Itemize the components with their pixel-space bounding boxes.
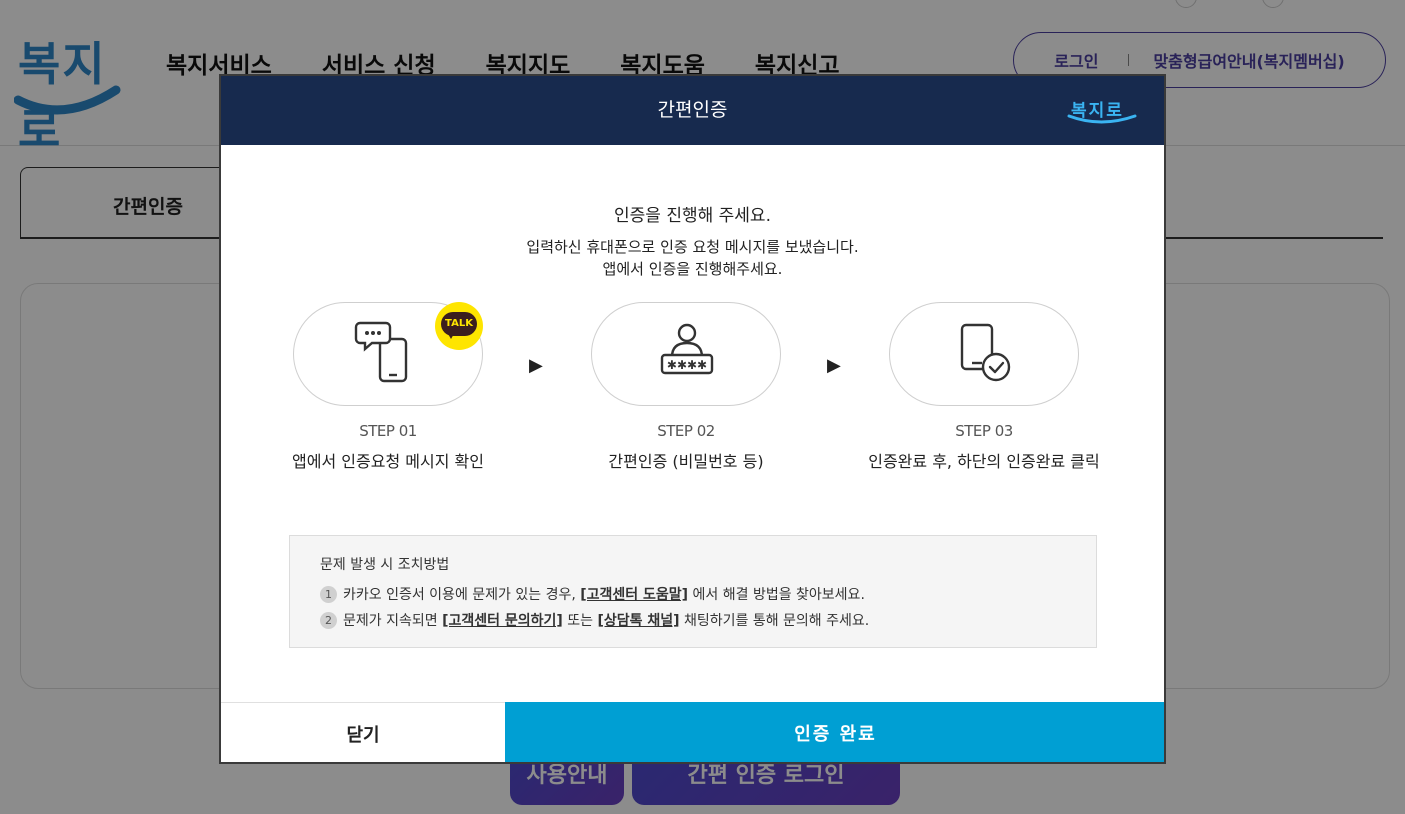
modal-logo: 복지로	[1067, 96, 1141, 130]
item-text: 카카오 인증서 이용에 문제가 있는 경우,	[343, 587, 581, 603]
step-circle: ✱✱✱✱	[591, 302, 781, 406]
logo-swoosh-icon	[1067, 114, 1137, 124]
kakao-talk-icon: TALK	[435, 302, 483, 350]
step-number: STEP 02	[657, 422, 715, 440]
simple-auth-modal: 간편인증 복지로 인증을 진행해 주세요. 입력하신 휴대폰으로 인증 요청 메…	[219, 74, 1166, 764]
close-button[interactable]: 닫기	[221, 702, 505, 762]
troubleshooting-item: 1 카카오 인증서 이용에 문제가 있는 경우, [고객센터 도움말] 에서 해결…	[320, 584, 865, 604]
troubleshooting-title: 문제 발생 시 조치방법	[320, 557, 450, 573]
step-description: 앱에서 인증요청 메시지 확인	[292, 452, 484, 471]
phone-check-icon	[960, 323, 1011, 382]
item-text: 문제가 지속되면	[343, 613, 443, 629]
talk-bubble-tail	[447, 332, 455, 339]
item-number: 1	[320, 586, 337, 603]
modal-footer: 닫기 인증 완료	[221, 702, 1164, 762]
intro-text: 입력하신 휴대폰으로 인증 요청 메시지를 보냈습니다. 앱에서 인증을 진행해…	[221, 236, 1164, 280]
step-number: STEP 01	[359, 422, 417, 440]
modal-header: 간편인증 복지로	[221, 76, 1164, 145]
step-description: 인증완료 후, 하단의 인증완료 클릭	[868, 452, 1100, 471]
arrow-icon: ▶	[827, 355, 841, 376]
modal-title: 간편인증	[657, 99, 728, 121]
auth-complete-button[interactable]: 인증 완료	[505, 702, 1164, 762]
step-number: STEP 03	[955, 422, 1013, 440]
item-text: 채팅하기를 통해 문의해 주세요.	[679, 613, 870, 629]
help-center-link[interactable]: [고객센터 도움말]	[580, 587, 688, 603]
chat-channel-link[interactable]: [상담톡 채널]	[597, 613, 679, 629]
item-text: 또는	[562, 613, 598, 629]
troubleshooting-box: 문제 발생 시 조치방법 1 카카오 인증서 이용에 문제가 있는 경우, [고객…	[289, 535, 1097, 648]
customer-inquiry-link[interactable]: [고객센터 문의하기]	[442, 613, 563, 629]
user-password-icon: ✱✱✱✱	[660, 323, 714, 375]
step-description: 간편인증 (비밀번호 등)	[608, 452, 764, 471]
arrow-icon: ▶	[529, 355, 543, 376]
item-text: 에서 해결 방법을 찾아보세요.	[688, 587, 865, 603]
phone-chat-icon	[354, 321, 408, 383]
intro-heading: 인증을 진행해 주세요.	[614, 206, 771, 226]
svg-text:✱✱✱✱: ✱✱✱✱	[667, 358, 707, 372]
item-number: 2	[320, 612, 337, 629]
intro-line: 앱에서 인증을 진행해주세요.	[602, 260, 783, 278]
step-circle	[889, 302, 1079, 406]
troubleshooting-item: 2 문제가 지속되면 [고객센터 문의하기] 또는 [상담톡 채널] 채팅하기를 …	[320, 610, 869, 630]
intro-line: 입력하신 휴대폰으로 인증 요청 메시지를 보냈습니다.	[526, 238, 859, 256]
